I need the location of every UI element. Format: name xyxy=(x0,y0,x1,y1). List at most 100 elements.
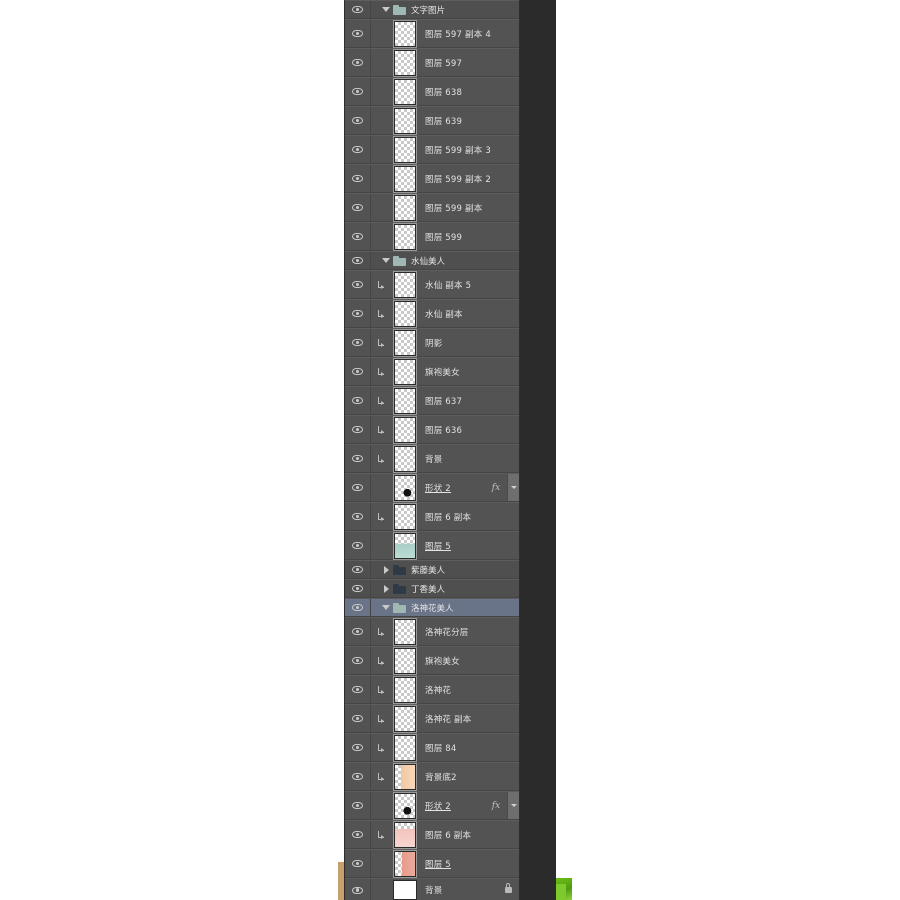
layer-visibility-toggle[interactable] xyxy=(345,107,371,134)
layer-name[interactable]: 洛神花 副本 xyxy=(423,713,519,725)
layer-thumbnail-cell[interactable] xyxy=(387,791,423,820)
layer-thumbnail-cell[interactable] xyxy=(387,106,423,135)
layer-row[interactable]: 背景 xyxy=(345,444,519,473)
layer-effects-expand-button[interactable] xyxy=(507,792,519,819)
layer-name[interactable]: 洛神花分层 xyxy=(423,626,519,638)
layer-row[interactable]: 图层 636 xyxy=(345,415,519,444)
group-disclosure-toggle[interactable] xyxy=(379,258,393,263)
layer-group-row-selected[interactable]: 洛神花美人 xyxy=(345,598,519,617)
layer-effects-expand-button[interactable] xyxy=(507,474,519,501)
layer-name[interactable]: 形状 2 xyxy=(423,800,485,812)
group-disclosure-toggle[interactable] xyxy=(379,584,393,593)
layer-row[interactable]: 图层 639 xyxy=(345,106,519,135)
layer-name[interactable]: 洛神花 xyxy=(423,684,519,696)
layer-thumbnail-cell[interactable] xyxy=(387,733,423,762)
layer-visibility-toggle[interactable] xyxy=(345,647,371,674)
layer-thumbnail-cell[interactable] xyxy=(387,415,423,444)
layer-visibility-toggle[interactable] xyxy=(345,821,371,848)
layer-name[interactable]: 图层 5 xyxy=(423,858,519,870)
layer-visibility-toggle[interactable] xyxy=(345,300,371,327)
layer-group-row[interactable]: 丁香美人 xyxy=(345,579,519,598)
layer-visibility-toggle[interactable] xyxy=(345,503,371,530)
layer-row[interactable]: 图层 5 xyxy=(345,531,519,560)
layer-name[interactable]: 图层 639 xyxy=(423,115,519,127)
layer-name[interactable]: 水仙 副本 5 xyxy=(423,279,519,291)
layer-thumbnail-cell[interactable] xyxy=(387,704,423,733)
layer-visibility-toggle[interactable] xyxy=(345,271,371,298)
layer-name[interactable]: 背景 xyxy=(423,453,519,465)
layer-thumbnail-cell[interactable] xyxy=(387,299,423,328)
layer-visibility-toggle[interactable] xyxy=(345,416,371,443)
layer-row[interactable]: 图层 597 副本 4 xyxy=(345,19,519,48)
layer-visibility-toggle[interactable] xyxy=(345,78,371,105)
layer-visibility-toggle[interactable] xyxy=(345,358,371,385)
layer-row[interactable]: 形状 2 fx xyxy=(345,473,519,502)
layer-group-row[interactable]: 水仙美人 xyxy=(345,251,519,270)
layer-thumbnail-cell[interactable] xyxy=(387,675,423,704)
layer-visibility-toggle[interactable] xyxy=(345,532,371,559)
layer-name[interactable]: 图层 597 xyxy=(423,57,519,69)
layer-row[interactable]: 旗袍美女 xyxy=(345,357,519,386)
group-disclosure-toggle[interactable] xyxy=(379,565,393,574)
layer-row[interactable]: 阴影 xyxy=(345,328,519,357)
layers-panel[interactable]: 文字图片图层 597 副本 4 图层 597 图层 638 图层 639 图层 599 … xyxy=(344,0,520,900)
layer-name[interactable]: 阴影 xyxy=(423,337,519,349)
layer-thumbnail-cell[interactable] xyxy=(387,646,423,675)
layer-name[interactable]: 背景 xyxy=(423,884,497,896)
layer-name[interactable]: 旗袍美女 xyxy=(423,655,519,667)
layer-visibility-toggle[interactable] xyxy=(345,580,371,597)
layer-thumbnail-cell[interactable] xyxy=(387,444,423,473)
layer-group-row[interactable]: 紫藤美人 xyxy=(345,560,519,579)
layer-row[interactable]: 旗袍美女 xyxy=(345,646,519,675)
layer-name[interactable]: 水仙 副本 xyxy=(423,308,519,320)
layer-name[interactable]: 图层 636 xyxy=(423,424,519,436)
layer-visibility-toggle[interactable] xyxy=(345,223,371,250)
layer-row[interactable]: 形状 2 fx xyxy=(345,791,519,820)
layer-row[interactable]: 图层 5 xyxy=(345,849,519,878)
layer-visibility-toggle[interactable] xyxy=(345,599,371,616)
layer-name[interactable]: 背景底2 xyxy=(423,771,519,783)
layer-visibility-toggle[interactable] xyxy=(345,329,371,356)
layer-row[interactable]: 图层 638 xyxy=(345,77,519,106)
layer-effects-icon[interactable]: fx xyxy=(485,801,507,811)
layer-name[interactable]: 图层 599 副本 2 xyxy=(423,173,519,185)
layer-thumbnail-cell[interactable] xyxy=(387,77,423,106)
layer-visibility-toggle[interactable] xyxy=(345,136,371,163)
layer-name[interactable]: 图层 84 xyxy=(423,742,519,754)
layer-row[interactable]: 洛神花分层 xyxy=(345,617,519,646)
layer-thumbnail-cell[interactable] xyxy=(387,762,423,791)
layer-visibility-toggle[interactable] xyxy=(345,20,371,47)
layer-visibility-toggle[interactable] xyxy=(345,561,371,578)
layer-row[interactable]: 水仙 副本 xyxy=(345,299,519,328)
layer-visibility-toggle[interactable] xyxy=(345,1,371,18)
layer-thumbnail-cell[interactable] xyxy=(387,386,423,415)
layer-name[interactable]: 图层 599 副本 3 xyxy=(423,144,519,156)
layer-row[interactable]: 图层 6 副本 xyxy=(345,502,519,531)
layer-thumbnail-cell[interactable] xyxy=(387,222,423,251)
layer-visibility-toggle[interactable] xyxy=(345,252,371,269)
group-disclosure-toggle[interactable] xyxy=(379,605,393,610)
layer-name[interactable]: 图层 5 xyxy=(423,540,519,552)
layer-visibility-toggle[interactable] xyxy=(345,474,371,501)
layer-row[interactable]: 图层 597 xyxy=(345,48,519,77)
layer-visibility-toggle[interactable] xyxy=(345,676,371,703)
layer-name[interactable]: 图层 599 副本 xyxy=(423,202,519,214)
layer-row[interactable]: 背景 xyxy=(345,878,519,900)
layer-group-row[interactable]: 文字图片 xyxy=(345,0,519,19)
layer-name[interactable]: 图层 597 副本 4 xyxy=(423,28,519,40)
layer-visibility-toggle[interactable] xyxy=(345,734,371,761)
layer-thumbnail-cell[interactable] xyxy=(387,531,423,560)
layer-visibility-toggle[interactable] xyxy=(345,387,371,414)
layer-name[interactable]: 形状 2 xyxy=(423,482,485,494)
layer-thumbnail-cell[interactable] xyxy=(387,473,423,502)
layer-visibility-toggle[interactable] xyxy=(345,850,371,877)
layer-visibility-toggle[interactable] xyxy=(345,49,371,76)
layer-row[interactable]: 图层 599 副本 2 xyxy=(345,164,519,193)
layer-row[interactable]: 背景底2 xyxy=(345,762,519,791)
layer-visibility-toggle[interactable] xyxy=(345,165,371,192)
layer-row[interactable]: 图层 637 xyxy=(345,386,519,415)
layer-row[interactable]: 图层 84 xyxy=(345,733,519,762)
layer-thumbnail-cell[interactable] xyxy=(387,270,423,299)
layer-row[interactable]: 图层 599 xyxy=(345,222,519,251)
layer-effects-icon[interactable]: fx xyxy=(485,483,507,493)
